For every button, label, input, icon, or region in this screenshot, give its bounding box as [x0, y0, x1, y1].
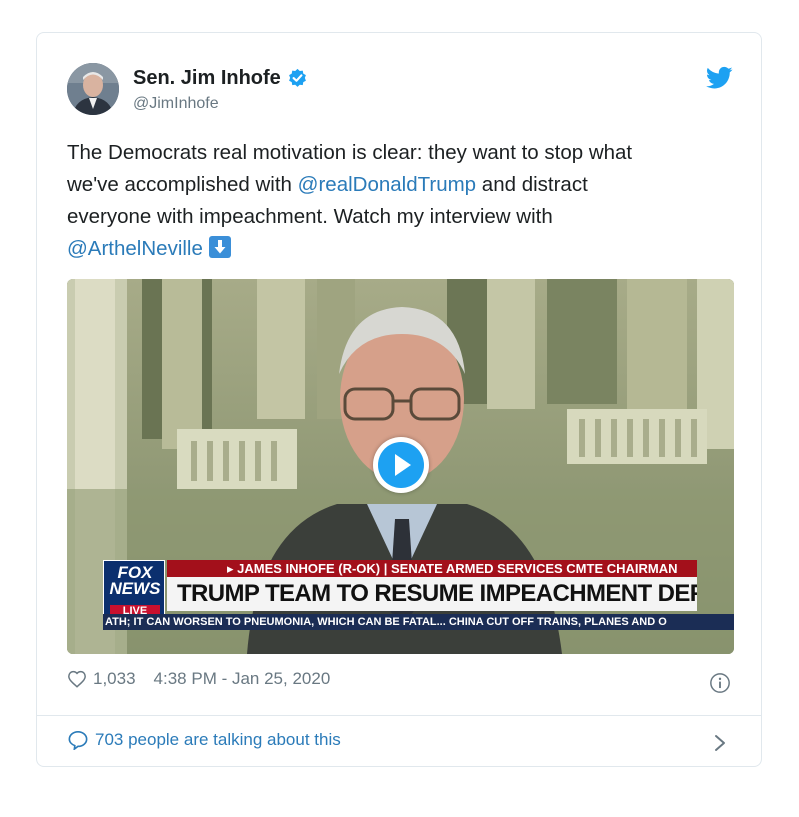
- chyron-subtitle: ▸ JAMES INHOFE (R-OK) | SENATE ARMED SER…: [167, 560, 697, 577]
- verified-badge-icon: [288, 68, 306, 87]
- play-icon: [378, 442, 424, 488]
- video-player[interactable]: FOX NEWS LIVE ▸ JAMES INHOFE (R-OK) | SE…: [67, 279, 734, 654]
- author-name[interactable]: Sen. Jim Inhofe: [133, 67, 281, 90]
- mention-link-arthelneville[interactable]: @ArthelNeville: [67, 237, 203, 260]
- fox-news-logo-text: FOX NEWS: [109, 563, 161, 598]
- info-icon[interactable]: [709, 672, 731, 694]
- chyron-headline: TRUMP TEAM TO RESUME IMPEACHMENT DEFENSE…: [167, 577, 697, 611]
- conversation-link[interactable]: 703 people are talking about this: [67, 730, 341, 750]
- tweet-line-1: The Democrats real motivation is clear: …: [67, 141, 633, 164]
- author-name-row[interactable]: Sen. Jim Inhofe: [133, 67, 308, 90]
- speech-bubble-icon: [68, 730, 88, 750]
- tweet-line-2-start: we've accomplished with: [67, 173, 298, 196]
- author-avatar[interactable]: [67, 63, 119, 115]
- tweet-text: The Democrats real motivation is clear: …: [67, 137, 727, 265]
- tweet-timestamp[interactable]: 4:38 PM - Jan 25, 2020: [154, 669, 331, 689]
- like-count[interactable]: 1,033: [93, 669, 136, 689]
- news-ticker: ATH; IT CAN WORSEN TO PNEUMONIA, WHICH C…: [103, 614, 734, 630]
- fox-news-logo: FOX NEWS LIVE: [103, 560, 165, 622]
- footer-divider: [37, 715, 761, 716]
- chevron-right-icon[interactable]: [713, 733, 727, 753]
- heart-icon[interactable]: [67, 670, 87, 688]
- author-handle[interactable]: @JimInhofe: [133, 95, 219, 113]
- mention-link-realdonaldtrump[interactable]: @realDonaldTrump: [298, 173, 476, 196]
- down-arrow-icon: [208, 236, 231, 258]
- twitter-bird-icon[interactable]: [706, 66, 733, 90]
- tweet-line-3: everyone with impeachment. Watch my inte…: [67, 205, 553, 228]
- tweet-meta: 1,033 4:38 PM - Jan 25, 2020: [67, 669, 330, 689]
- news-lower-third: FOX NEWS LIVE ▸ JAMES INHOFE (R-OK) | SE…: [67, 556, 734, 654]
- tweet-line-2-end: and distract: [476, 173, 588, 196]
- play-button[interactable]: [373, 437, 429, 493]
- tweet-card: Sen. Jim Inhofe @JimInhofe The Democrats…: [36, 32, 762, 767]
- conversation-count-text[interactable]: 703 people are talking about this: [95, 730, 341, 750]
